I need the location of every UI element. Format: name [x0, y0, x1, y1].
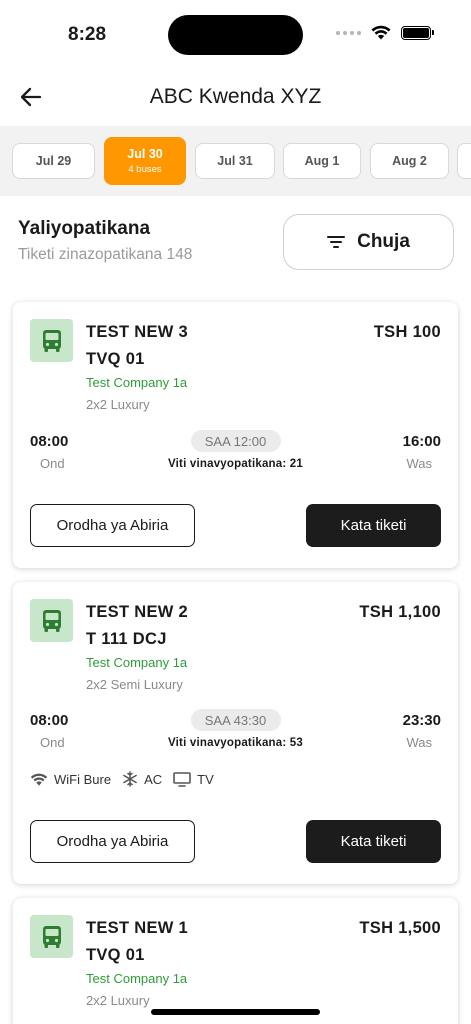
company-name: Test Company 1a: [86, 375, 188, 390]
bus-card: TEST NEW 3 TVQ 01 Test Company 1a 2x2 Lu…: [13, 302, 458, 568]
status-icons: [336, 25, 434, 40]
company-name: Test Company 1a: [86, 655, 188, 670]
bus-name: TEST NEW 2: [86, 603, 189, 621]
book-ticket-button[interactable]: Kata tiketi: [306, 504, 441, 547]
date-chip[interactable]: Jul 29: [12, 143, 95, 179]
trip-duration: SAA 12:00: [190, 430, 281, 452]
amenity-label: WiFi Bure: [54, 771, 112, 787]
tickets-count: Tiketi zinazopatikana 148: [18, 246, 193, 263]
date-selector: Jul 29 Jul 30 4 buses Jul 31 Aug 1 Aug 2: [0, 126, 471, 196]
date-chip[interactable]: Jul 31: [195, 143, 275, 179]
date-label: Jul 29: [35, 154, 72, 168]
filter-icon: [327, 236, 346, 248]
bus-icon: [30, 915, 73, 958]
results-title: Yaliyopatikana: [18, 218, 151, 239]
amenity-tv: TV: [173, 772, 214, 787]
dynamic-island: [168, 15, 303, 55]
date-label: Jul 30: [127, 147, 163, 161]
bus-icon: [30, 599, 73, 642]
arrival-time: 16:00: [402, 433, 441, 450]
date-chip[interactable]: Aug 2: [370, 143, 449, 179]
filter-button[interactable]: Chuja: [283, 214, 454, 270]
date-bus-count: 4 buses: [128, 164, 162, 175]
bus-name: TEST NEW 1: [86, 919, 189, 937]
signal-icon: [336, 30, 361, 35]
bus-class: 2x2 Luxury: [86, 993, 150, 1008]
date-chip-partial[interactable]: [457, 143, 471, 179]
available-seats: Viti vinavyopatikana: 53: [168, 737, 303, 749]
arrival-label: Was: [406, 456, 432, 471]
passenger-list-button[interactable]: Orodha ya Abiria: [30, 504, 195, 547]
wifi-icon: [30, 773, 48, 786]
ticket-price: TSH 1,100: [359, 603, 441, 621]
departure-time: 08:00: [30, 433, 69, 450]
amenity-wifi: WiFi Bure: [30, 772, 111, 787]
results-summary: Yaliyopatikana Tiketi zinazopatikana 148…: [0, 196, 471, 296]
bus-class: 2x2 Semi Luxury: [86, 677, 183, 692]
date-chip[interactable]: Aug 1: [283, 143, 361, 179]
wifi-status-icon: [371, 25, 391, 40]
date-label: Aug 1: [304, 154, 340, 168]
amenity-label: AC: [144, 771, 163, 787]
bus-class: 2x2 Luxury: [86, 397, 150, 412]
tv-icon: [173, 771, 191, 787]
departure-time: 08:00: [30, 712, 69, 729]
date-label: Jul 31: [217, 154, 253, 168]
snowflake-icon: [123, 771, 137, 787]
bus-icon: [30, 319, 73, 362]
arrival-label: Was: [406, 735, 432, 750]
available-seats: Viti vinavyopatikana: 21: [168, 458, 303, 470]
ticket-price: TSH 100: [373, 323, 441, 341]
bus-plate: TVQ 01: [86, 946, 145, 964]
date-label: Aug 2: [392, 154, 427, 168]
amenity-label: TV: [197, 771, 214, 787]
status-time: 8:28: [68, 24, 107, 45]
status-bar: 8:28: [0, 0, 471, 70]
arrival-time: 23:30: [402, 712, 441, 729]
trip-duration: SAA 43:30: [190, 709, 281, 731]
bus-name: TEST NEW 3: [86, 323, 189, 341]
company-name: Test Company 1a: [86, 971, 188, 986]
passenger-list-button[interactable]: Orodha ya Abiria: [30, 820, 195, 863]
amenities-list: WiFi Bure AC TV: [30, 771, 218, 787]
home-indicator: [151, 1009, 320, 1015]
bus-plate: T 111 DCJ: [86, 630, 167, 648]
filter-label: Chuja: [357, 231, 410, 252]
book-ticket-button[interactable]: Kata tiketi: [306, 820, 441, 863]
battery-icon: [401, 25, 434, 40]
date-chip-selected[interactable]: Jul 30 4 buses: [104, 137, 186, 185]
ticket-price: TSH 1,500: [359, 919, 441, 937]
app-header: ABC Kwenda XYZ: [0, 70, 471, 126]
bus-card: TEST NEW 2 T 111 DCJ Test Company 1a 2x2…: [13, 582, 458, 884]
amenity-ac: AC: [122, 771, 162, 787]
bus-card: TEST NEW 1 TVQ 01 Test Company 1a 2x2 Lu…: [13, 898, 458, 1024]
bus-plate: TVQ 01: [86, 350, 145, 368]
page-title: ABC Kwenda XYZ: [149, 85, 322, 108]
